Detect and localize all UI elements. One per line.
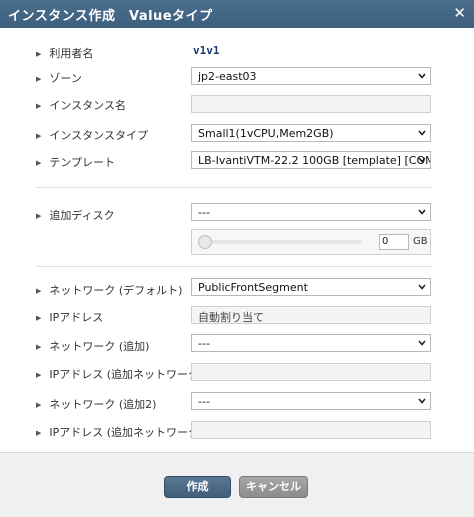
network-add2-label: ネットワーク (追加2) <box>36 396 156 412</box>
network-default-select[interactable]: PublicFrontSegment <box>191 278 431 296</box>
network-add2-select[interactable]: --- <box>191 392 431 410</box>
chevron-down-icon <box>418 209 426 215</box>
network-add-label: ネットワーク (追加) <box>36 338 149 354</box>
instance-type-label: インスタンスタイプ <box>36 127 148 143</box>
network-add2-value: --- <box>198 395 210 408</box>
template-select[interactable]: LB-IvantiVTM-22.2 100GB [template] [COMM… <box>191 151 431 169</box>
create-button[interactable]: 作成 <box>164 476 231 498</box>
section-divider <box>36 187 433 188</box>
row-user: 利用者名 <box>0 41 474 63</box>
network-default-label: ネットワーク (デフォルト) <box>36 282 182 298</box>
ip-add-label: IPアドレス (追加ネットワーク) <box>36 366 203 382</box>
close-icon[interactable]: ✕ <box>453 4 466 22</box>
zone-select[interactable]: jp2-east03 <box>191 67 431 85</box>
disk-size-slider-handle[interactable] <box>198 235 212 249</box>
template-label: テンプレート <box>36 154 115 170</box>
user-label: 利用者名 <box>36 45 93 61</box>
disk-select-value: --- <box>198 206 210 219</box>
disk-size-unit: GB <box>413 236 428 247</box>
zone-label: ゾーン <box>36 70 81 86</box>
dialog-footer: 作成 キャンセル <box>0 452 474 517</box>
network-add-value: --- <box>198 337 210 350</box>
instance-type-select[interactable]: Small1(1vCPU,Mem2GB) <box>191 124 431 142</box>
instance-type-value: Small1(1vCPU,Mem2GB) <box>198 127 334 140</box>
ip-default-label: IPアドレス <box>36 309 103 325</box>
disk-select[interactable]: --- <box>191 203 431 221</box>
chevron-down-icon <box>418 157 426 163</box>
dialog-titlebar: インスタンス作成 Valueタイプ ✕ <box>0 0 474 28</box>
chevron-down-icon <box>418 398 426 404</box>
ip-add2-label: IPアドレス (追加ネットワーク2) <box>36 424 210 440</box>
disk-label: 追加ディスク <box>36 207 114 223</box>
instance-name-label: インスタンス名 <box>36 97 126 113</box>
chevron-down-icon <box>418 73 426 79</box>
ip-add2-input[interactable] <box>191 421 431 439</box>
disk-size-slider-box: 0 GB <box>191 229 431 255</box>
user-name-value: v1v1 <box>193 44 220 57</box>
disk-size-input[interactable]: 0 <box>379 234 409 250</box>
instance-name-input[interactable] <box>191 95 431 113</box>
dialog-title: インスタンス作成 Valueタイプ <box>8 9 213 24</box>
network-add-select[interactable]: --- <box>191 334 431 352</box>
template-value: LB-IvantiVTM-22.2 100GB [template] [COMM… <box>198 154 430 167</box>
chevron-down-icon <box>418 340 426 346</box>
zone-select-value: jp2-east03 <box>198 70 257 83</box>
chevron-down-icon <box>418 130 426 136</box>
disk-size-slider-track[interactable] <box>202 240 362 244</box>
ip-default-input[interactable]: 自動割り当て <box>191 306 431 324</box>
chevron-down-icon <box>418 284 426 290</box>
cancel-button[interactable]: キャンセル <box>239 476 308 498</box>
ip-add-input[interactable] <box>191 363 431 381</box>
section-divider <box>36 266 433 267</box>
network-default-value: PublicFrontSegment <box>198 281 308 294</box>
